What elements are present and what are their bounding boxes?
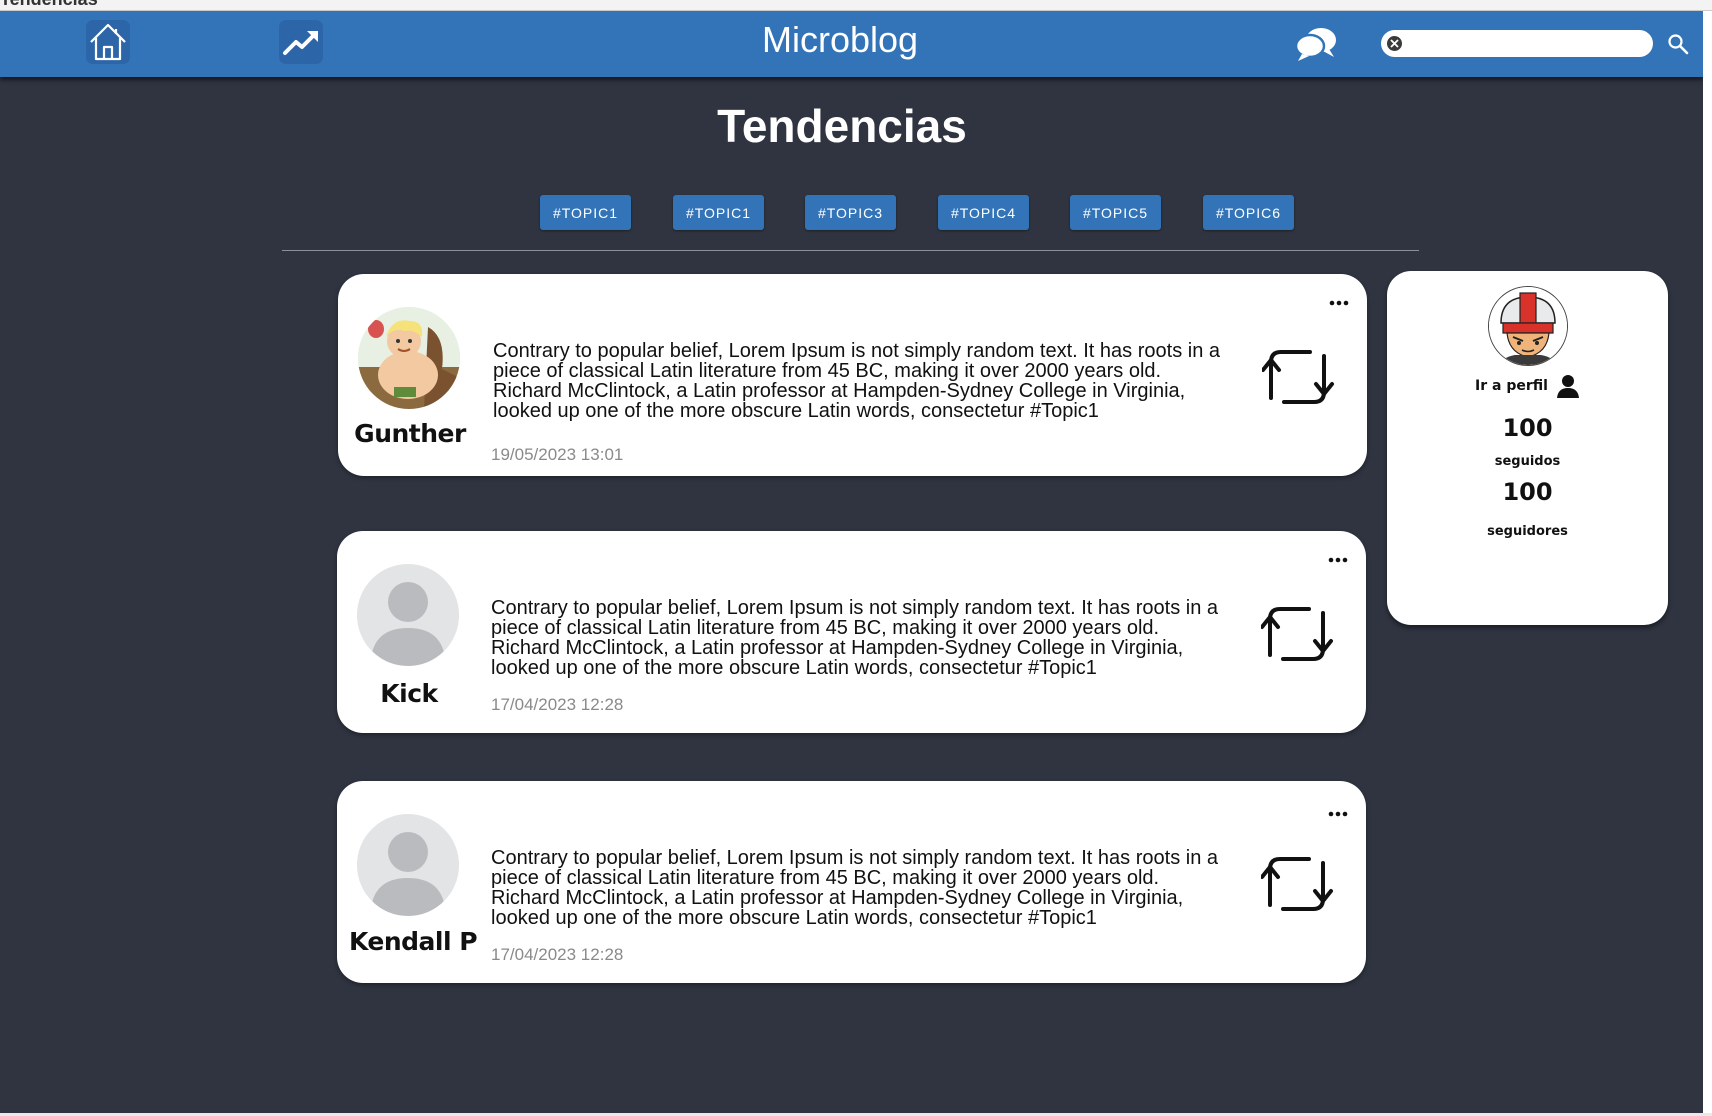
post-text: Contrary to popular belief, Lorem Ipsum … — [493, 340, 1220, 422]
window-title: Tendencias — [0, 0, 98, 10]
following-label[interactable]: seguidos — [1387, 454, 1668, 469]
avatar — [358, 307, 460, 409]
more-options-button[interactable] — [1328, 296, 1350, 310]
topic-chip[interactable]: #TOPIC1 — [673, 195, 764, 230]
clear-icon — [1390, 39, 1399, 48]
post-author[interactable]: Kick — [337, 679, 481, 708]
avatar — [357, 564, 459, 666]
post-date: 19/05/2023 13:01 — [491, 445, 624, 464]
search-box — [1381, 30, 1653, 57]
post-text: Contrary to popular belief, Lorem Ipsum … — [491, 847, 1218, 929]
more-icon — [1328, 811, 1348, 817]
more-options-button[interactable] — [1327, 807, 1349, 821]
messages-button[interactable] — [1294, 26, 1338, 62]
topic-chip[interactable]: #TOPIC3 — [805, 195, 896, 230]
window-title-bar: Tendencias — [0, 0, 1712, 11]
repost-icon — [1260, 607, 1333, 661]
more-options-button[interactable] — [1327, 553, 1349, 567]
search-button[interactable] — [1667, 33, 1689, 55]
page-title: Tendencias — [717, 100, 967, 152]
post-date: 17/04/2023 12:28 — [491, 695, 624, 714]
followers-label[interactable]: seguidores — [1387, 524, 1668, 539]
followers-count: 100 — [1502, 478, 1553, 506]
user-icon — [1556, 375, 1579, 398]
default-avatar-icon — [357, 814, 459, 916]
profile-link-label: Ir a perfil — [1475, 378, 1548, 394]
topic-chip[interactable]: #TOPIC4 — [938, 195, 1029, 230]
repost-icon — [1261, 350, 1334, 404]
repost-button[interactable] — [1260, 603, 1335, 665]
default-avatar-icon — [357, 564, 459, 666]
avatar — [357, 814, 459, 916]
post-author[interactable]: Gunther — [338, 419, 482, 448]
profile-card: Ir a perfil 100 seguidos 100 seguidores — [1387, 271, 1668, 625]
go-to-profile-link[interactable]: Ir a perfil — [1387, 374, 1668, 398]
post-card: Gunther Contrary to popular belief, Lore… — [338, 274, 1367, 476]
section-divider — [282, 250, 1419, 251]
app-window: Microblog Tendencias #TOPIC1 #TOPIC1 #TO… — [0, 11, 1703, 1113]
window-edge — [1703, 11, 1712, 1116]
post-date: 17/04/2023 12:28 — [491, 945, 624, 964]
repost-icon — [1260, 857, 1333, 911]
topic-chip[interactable]: #TOPIC5 — [1070, 195, 1161, 230]
post-card: Kendall P Contrary to popular belief, Lo… — [337, 781, 1366, 983]
repost-button[interactable] — [1261, 346, 1336, 408]
post-text: Contrary to popular belief, Lorem Ipsum … — [491, 597, 1218, 679]
profile-avatar — [1488, 286, 1568, 366]
topic-chip[interactable]: #TOPIC6 — [1203, 195, 1294, 230]
search-input[interactable] — [1409, 33, 1649, 55]
post-card: Kick Contrary to popular belief, Lorem I… — [337, 531, 1366, 733]
topic-chip[interactable]: #TOPIC1 — [540, 195, 631, 230]
search-icon — [1668, 34, 1689, 55]
following-count: 100 — [1502, 414, 1553, 442]
repost-button[interactable] — [1260, 853, 1335, 915]
more-icon — [1329, 300, 1349, 306]
more-icon — [1328, 557, 1348, 563]
chat-bubbles-icon — [1294, 28, 1336, 61]
top-navbar: Microblog — [0, 11, 1703, 77]
clear-search-button[interactable] — [1387, 36, 1402, 51]
post-author[interactable]: Kendall P — [341, 927, 485, 956]
